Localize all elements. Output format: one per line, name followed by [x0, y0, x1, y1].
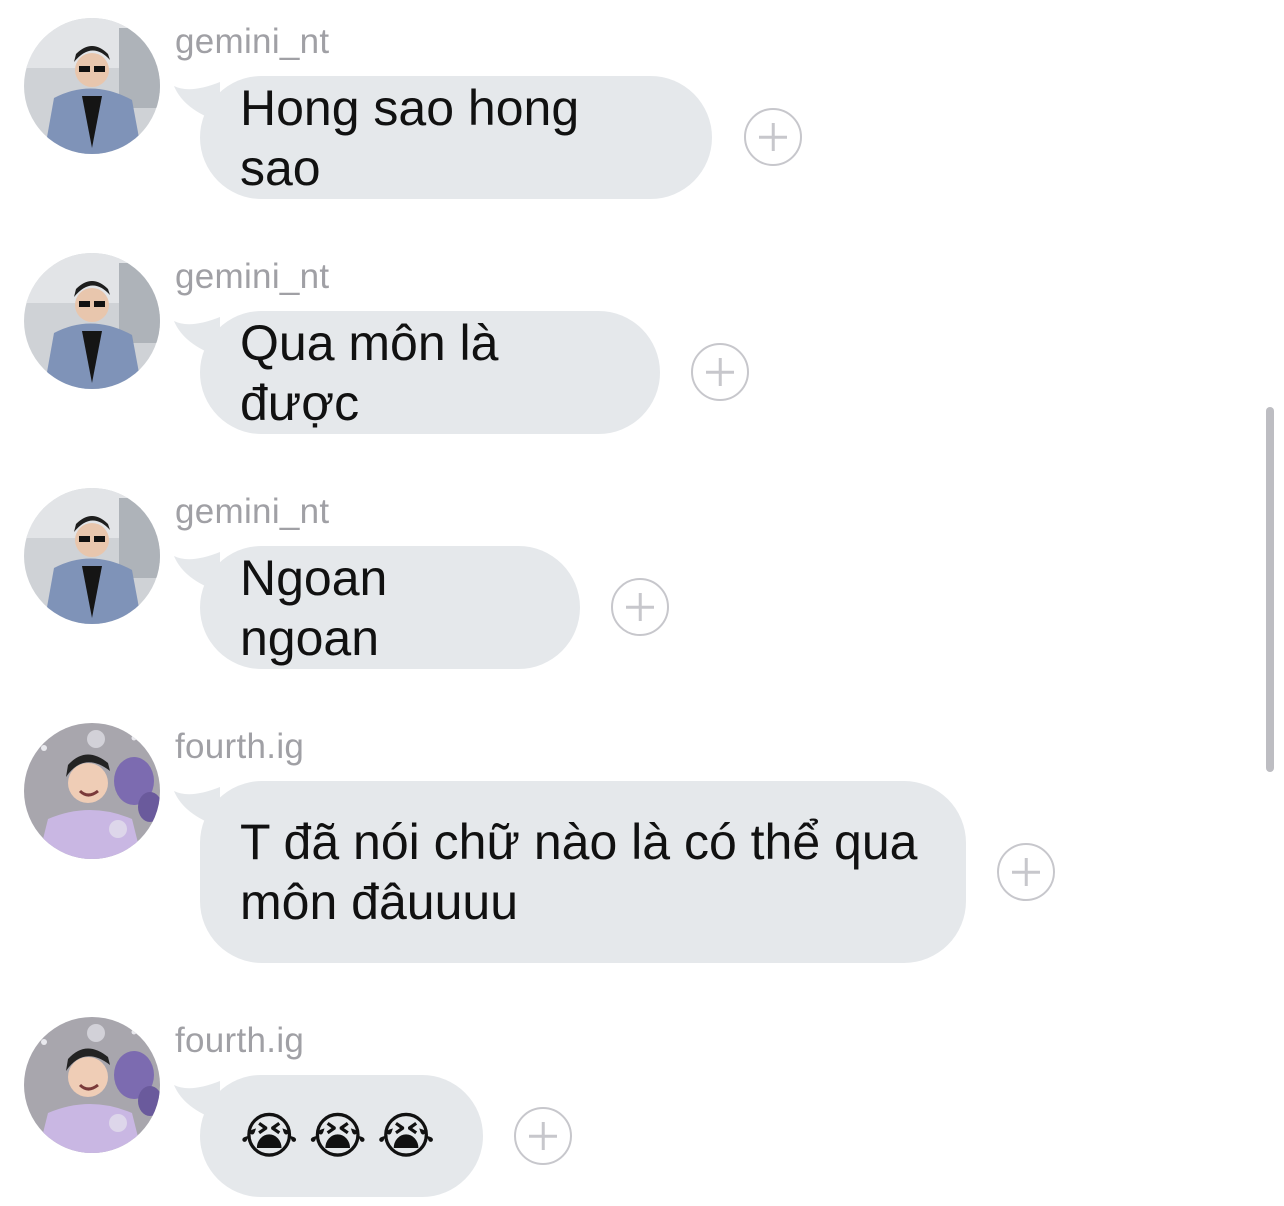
- message-text: T đã nói chữ nào là có thể qua môn đâuuu…: [240, 814, 918, 930]
- chat-thread: gemini_nt Hong sao hong sao gemini_nt Qu…: [0, 0, 1284, 1206]
- message-bubble[interactable]: T đã nói chữ nào là có thể qua môn đâuuu…: [200, 781, 966, 963]
- sender-name: gemini_nt: [175, 257, 330, 296]
- message-row: gemini_nt Hong sao hong sao: [0, 0, 1250, 220]
- scrollbar[interactable]: [1266, 407, 1274, 772]
- avatar-gemini-photo-icon[interactable]: [24, 253, 160, 389]
- add-reaction-icon[interactable]: [514, 1107, 572, 1165]
- crying-face-emoji: 😭: [308, 1108, 367, 1164]
- message-bubble[interactable]: Qua môn là được: [200, 311, 660, 434]
- message-row: gemini_nt Qua môn là được: [0, 235, 1250, 455]
- sender-name: fourth.ig: [175, 727, 305, 766]
- avatar-fourth-photo-icon[interactable]: [24, 723, 160, 859]
- avatar-gemini-photo-icon[interactable]: [24, 18, 160, 154]
- crying-face-emoji: 😭: [376, 1108, 436, 1164]
- add-reaction-icon[interactable]: [744, 108, 802, 166]
- avatar-fourth-photo-icon[interactable]: [24, 1017, 160, 1153]
- add-reaction-icon[interactable]: [691, 343, 749, 401]
- sender-name: gemini_nt: [175, 492, 330, 531]
- message-bubble[interactable]: Ngoan ngoan: [200, 546, 580, 669]
- add-reaction-icon[interactable]: [611, 578, 669, 636]
- message-row: fourth.ig 😭 😭 😭: [0, 999, 1250, 1206]
- crying-face-emoji: 😭: [240, 1108, 299, 1164]
- add-reaction-icon[interactable]: [997, 843, 1055, 901]
- message-bubble[interactable]: Hong sao hong sao: [200, 76, 712, 199]
- message-row: gemini_nt Ngoan ngoan: [0, 470, 1250, 690]
- message-text: Hong sao hong sao: [240, 79, 594, 196]
- message-bubble[interactable]: 😭 😭 😭: [200, 1075, 483, 1197]
- message-text: Qua môn là được: [240, 314, 513, 431]
- sender-name: fourth.ig: [175, 1021, 305, 1060]
- emoji-row: 😭 😭 😭: [240, 1106, 435, 1166]
- message-text: Ngoan ngoan: [240, 549, 402, 666]
- sender-name: gemini_nt: [175, 22, 330, 61]
- message-row: fourth.ig T đã nói chữ nào là có thể qua…: [0, 705, 1250, 985]
- avatar-gemini-photo-icon[interactable]: [24, 488, 160, 624]
